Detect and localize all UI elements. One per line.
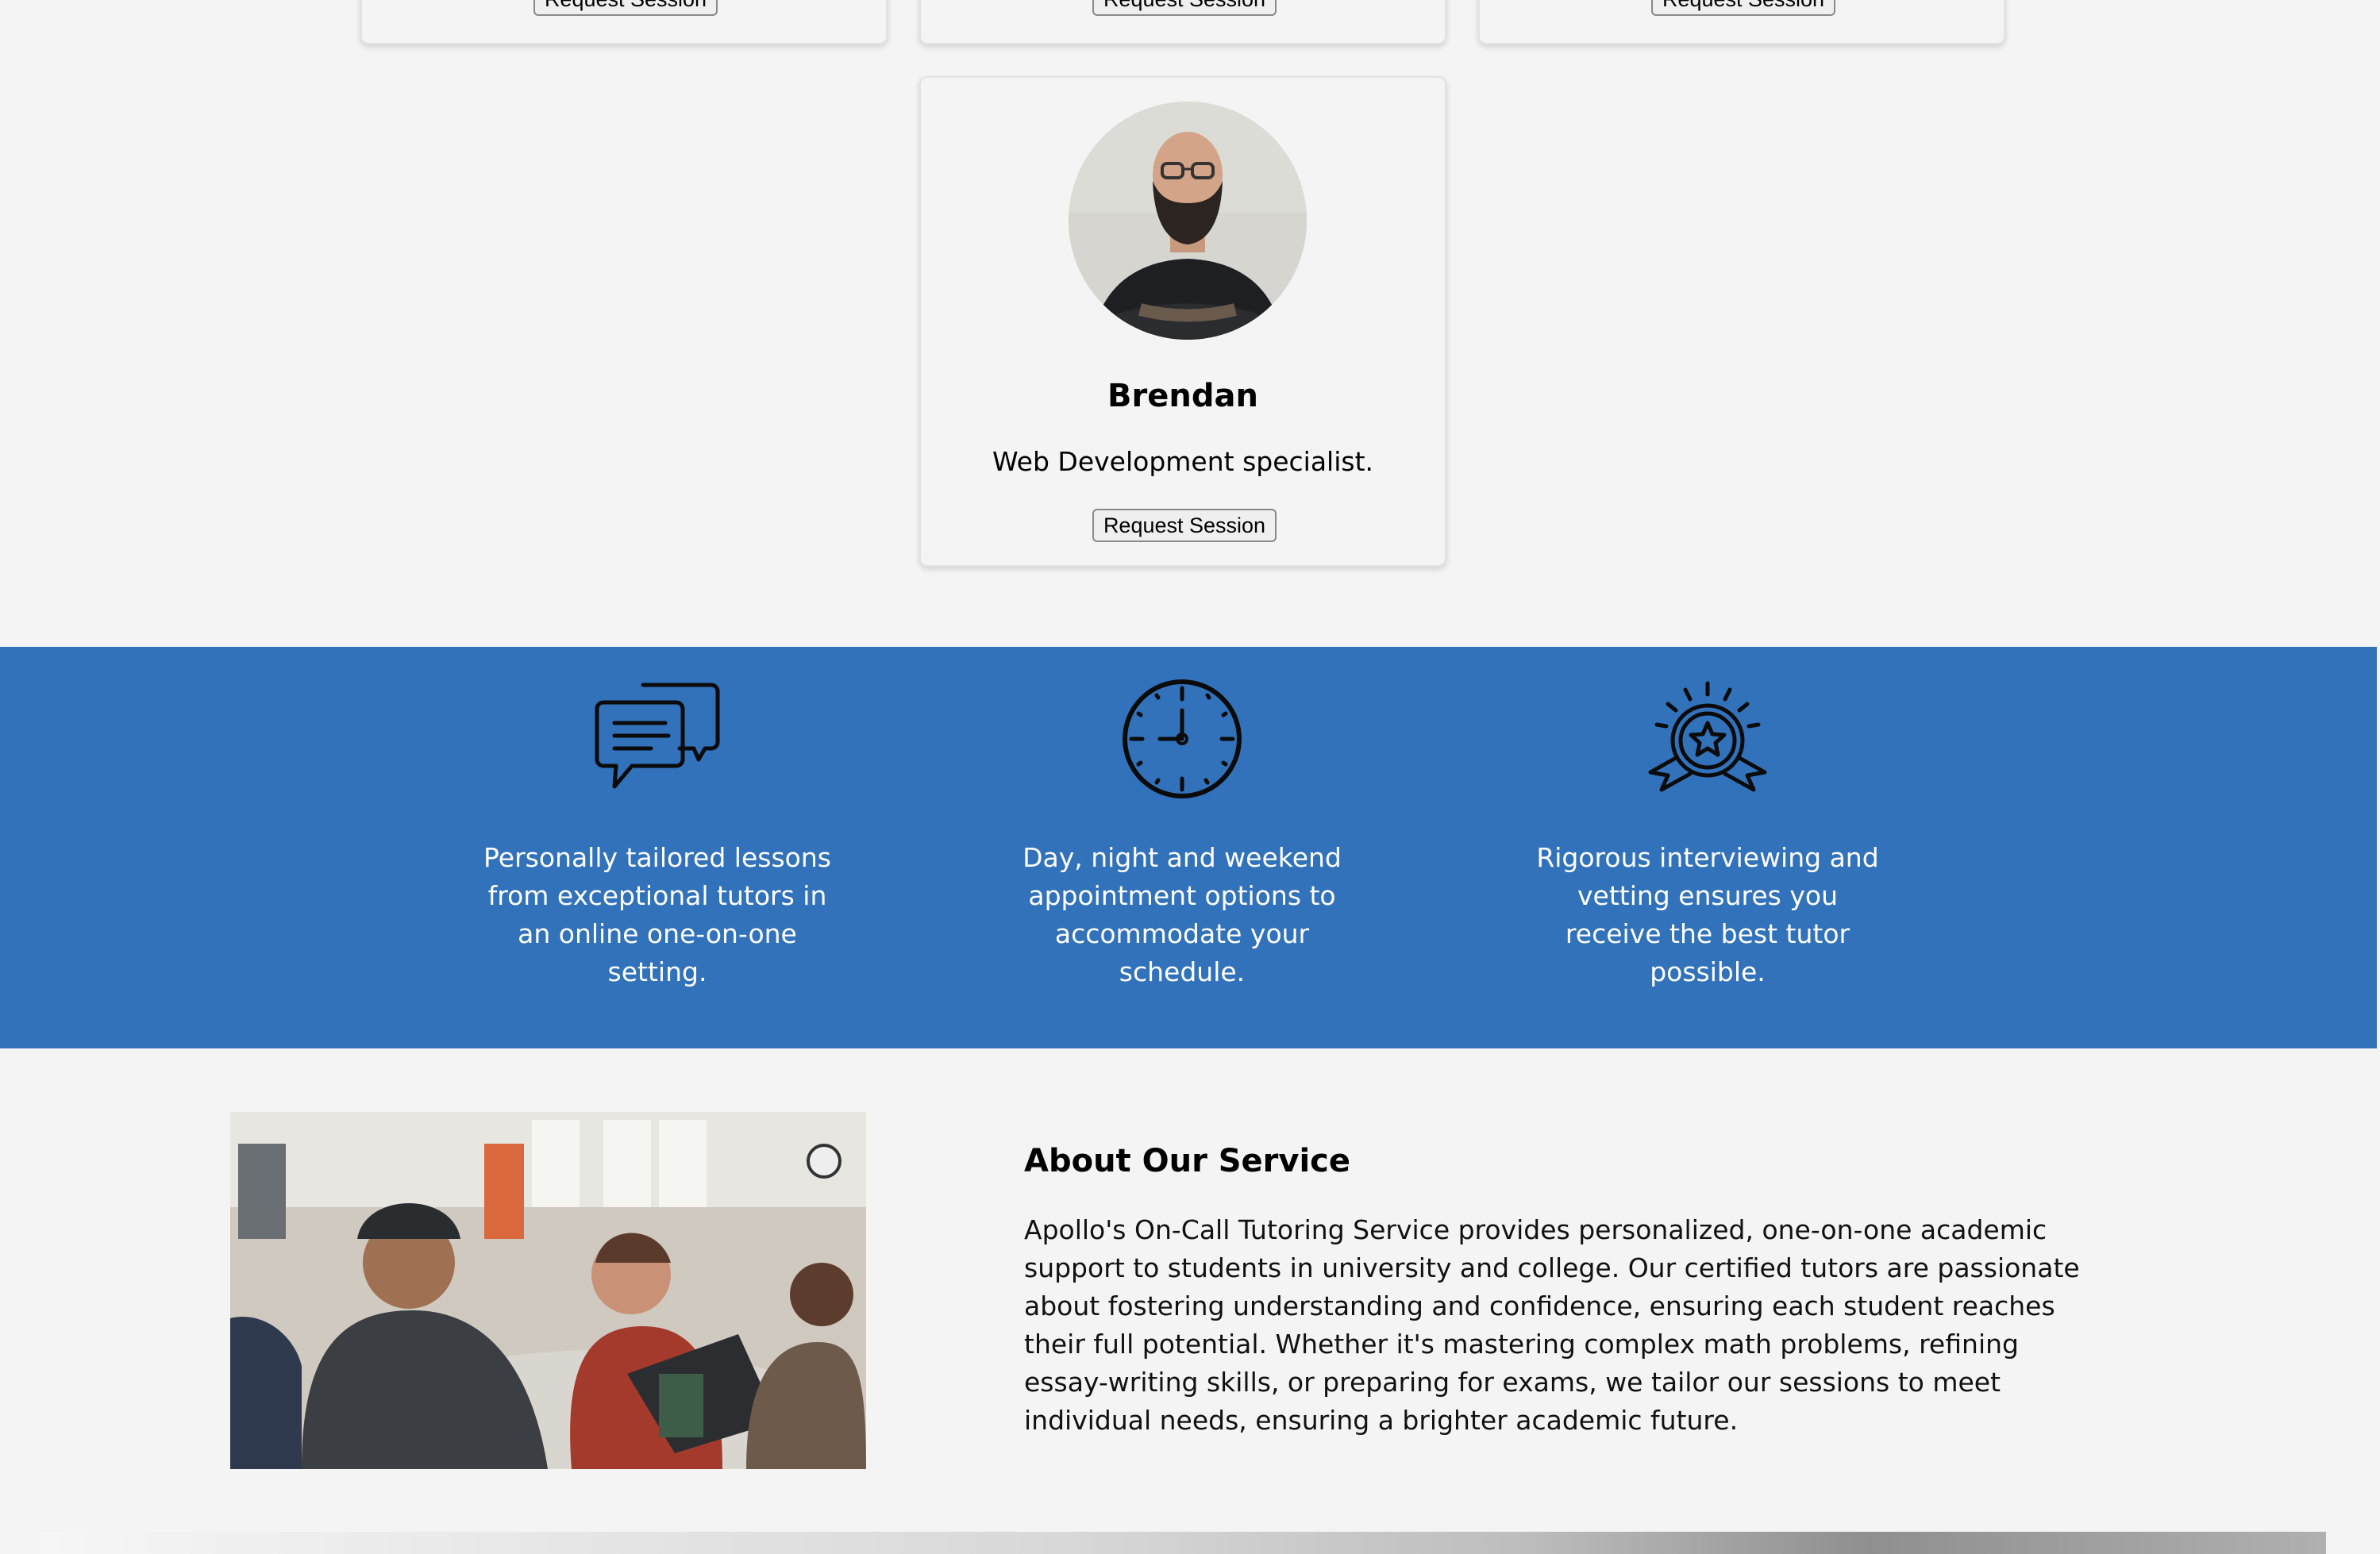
request-session-button[interactable]: Request Session [1651, 0, 1835, 16]
feature-flexible-schedule: Day, night and weekend appointment optio… [1007, 647, 1357, 1048]
chat-bubbles-icon [595, 683, 720, 789]
award-badge-icon [1648, 681, 1767, 792]
tutor-description: Web Development specialist. [992, 446, 1373, 477]
classroom-image [230, 1112, 866, 1469]
tutor-card: Request Session [1478, 0, 2005, 44]
tutor-card: Request Session [919, 0, 1446, 44]
tutor-card: Request Session [360, 0, 888, 44]
request-session-button[interactable]: Request Session [533, 0, 718, 16]
feature-tailored-lessons: Personally tailored lessons from excepti… [483, 647, 832, 1048]
about-title: About Our Service [1024, 1143, 1351, 1179]
students-photo [230, 1112, 866, 1469]
clock-icon [1123, 679, 1242, 798]
feature-text: Personally tailored lessons from excepti… [483, 842, 831, 987]
features-band: Personally tailored lessons from excepti… [0, 647, 2377, 1048]
request-session-button[interactable]: Request Session [1092, 0, 1277, 16]
request-session-button[interactable]: Request Session [1092, 509, 1277, 542]
about-body: Apollo's On-Call Tutoring Service provid… [1024, 1214, 2080, 1436]
tutor-avatar [1069, 102, 1307, 340]
tutor-name: Brendan [1107, 378, 1258, 414]
banner-image-strip [40, 1532, 2326, 1554]
tutor-card-brendan: Brendan Web Development specialist. Requ… [919, 76, 1446, 567]
feature-vetted-tutors: Rigorous interviewing and vetting ensure… [1533, 647, 1882, 1048]
feature-text: Rigorous interviewing and vetting ensure… [1536, 842, 1879, 987]
feature-text: Day, night and weekend appointment optio… [1022, 842, 1342, 987]
tutor-photo [1069, 102, 1307, 340]
